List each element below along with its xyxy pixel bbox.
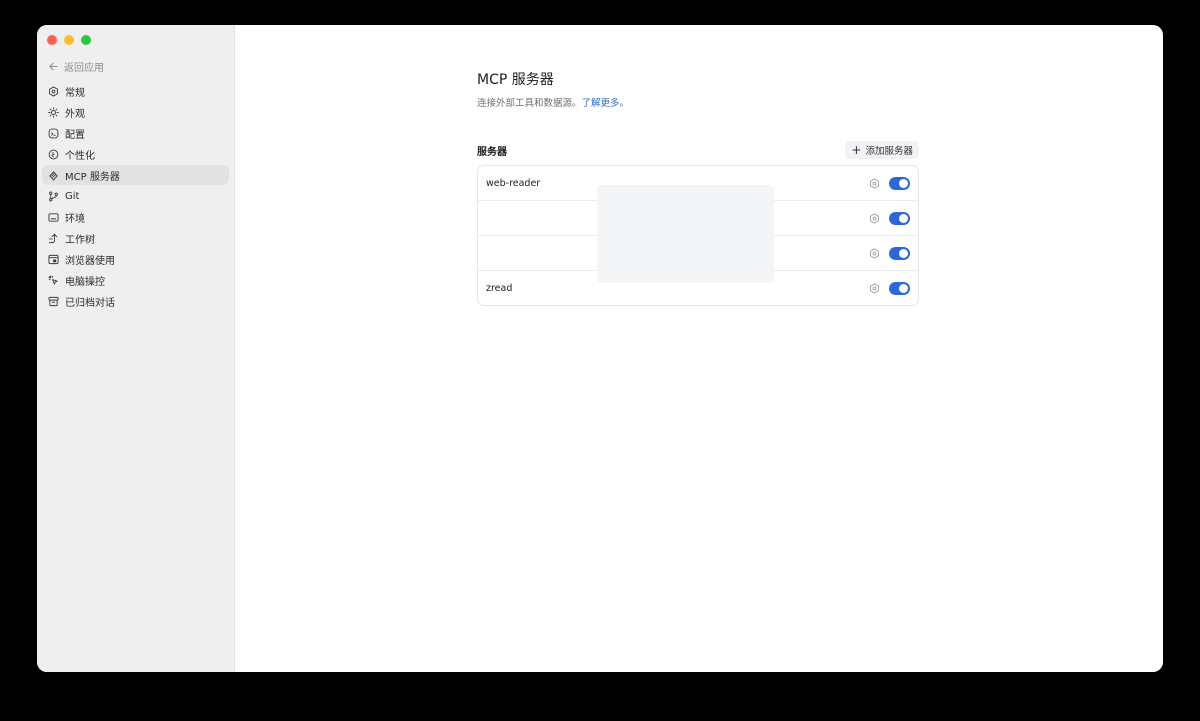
sidebar-item-label: 工作树 [65, 234, 95, 246]
sidebar-item-label: 电脑操控 [65, 276, 105, 288]
settings-gear-icon[interactable] [869, 212, 880, 224]
subtitle-end: 。 [619, 98, 630, 109]
page-title: MCP 服务器 [477, 72, 554, 88]
sidebar-item-general[interactable]: 常规 [42, 81, 229, 101]
sidebar-item-computer-use[interactable]: 电脑操控 [42, 270, 229, 290]
mcp-icon [49, 170, 58, 181]
cursor-icon [48, 274, 58, 284]
minimize-window-button[interactable] [64, 35, 74, 45]
server-enabled-toggle[interactable] [889, 246, 910, 260]
arrow-left-icon [49, 62, 58, 71]
main-panel: MCP 服务器 连接外部工具和数据源。了解更多。 服务器 + 添加服务器 web… [235, 25, 1163, 672]
add-server-button[interactable]: + 添加服务器 [845, 141, 919, 159]
settings-gear-icon[interactable] [869, 177, 880, 189]
sidebar-item-archived-chats[interactable]: 已归档对话 [42, 291, 229, 311]
personalize-icon [48, 149, 59, 159]
terminal-icon [48, 212, 59, 222]
back-to-app-link[interactable]: 返回应用 [48, 59, 104, 74]
sidebar-item-worktree[interactable]: 工作树 [42, 228, 229, 248]
back-label: 返回应用 [64, 63, 104, 74]
server-enabled-toggle[interactable] [889, 176, 910, 190]
sidebar-item-git[interactable]: Git [42, 186, 229, 206]
server-enabled-toggle[interactable] [889, 281, 910, 295]
sun-icon [48, 106, 59, 118]
learn-more-link[interactable]: 了解更多 [582, 98, 620, 109]
window-controls [47, 35, 91, 45]
maximize-window-button[interactable] [81, 35, 91, 45]
git-branch-icon [49, 191, 58, 201]
subtitle-text: 连接外部工具和数据源。 [477, 98, 582, 109]
server-name: zread [486, 282, 513, 294]
sidebar-item-mcp-servers[interactable]: MCP 服务器 [42, 165, 229, 185]
page-subtitle: 连接外部工具和数据源。了解更多。 [477, 95, 919, 109]
sidebar-item-label: 个性化 [65, 150, 95, 162]
close-window-button[interactable] [47, 35, 57, 45]
archive-icon [48, 296, 59, 306]
sidebar-item-browser-use[interactable]: 浏览器使用 [42, 249, 229, 269]
settings-nav: 常规 外观 配置 个性化 MCP 服务器 Git 环境 工作树 浏览器使用 电脑… [42, 81, 229, 312]
sidebar-item-environment[interactable]: 环境 [42, 207, 229, 227]
redaction-overlay [597, 185, 774, 283]
toggle-knob [899, 213, 908, 223]
servers-section-header: 服务器 + 添加服务器 [477, 141, 919, 159]
gear-icon [49, 85, 58, 97]
sidebar-item-personalization[interactable]: 个性化 [42, 144, 229, 164]
toggle-knob [899, 178, 908, 188]
worktree-icon [48, 233, 58, 243]
browser-icon [48, 254, 59, 264]
sidebar-item-appearance[interactable]: 外观 [42, 102, 229, 122]
sidebar-item-config[interactable]: 配置 [42, 123, 229, 143]
server-enabled-toggle[interactable] [889, 211, 910, 225]
sidebar: 返回应用 常规 外观 配置 个性化 MCP 服务器 Git 环境 工作树 浏览器… [37, 25, 235, 672]
section-title: 服务器 [477, 146, 507, 158]
sidebar-item-label: 已归档对话 [65, 297, 115, 309]
settings-gear-icon[interactable] [869, 247, 880, 259]
plus-icon: + [851, 143, 862, 157]
sidebar-item-label: Git [65, 190, 80, 202]
settings-gear-icon[interactable] [869, 282, 880, 294]
sidebar-item-label: 外观 [65, 108, 85, 120]
sidebar-item-label: 配置 [65, 129, 85, 141]
toggle-knob [899, 283, 908, 293]
config-icon [48, 128, 59, 138]
toggle-knob [899, 248, 908, 258]
sidebar-item-label: 环境 [65, 213, 85, 225]
sidebar-item-label: 常规 [65, 87, 85, 99]
add-server-label: 添加服务器 [865, 146, 913, 157]
sidebar-item-label: 浏览器使用 [65, 255, 115, 267]
app-window: 返回应用 常规 外观 配置 个性化 MCP 服务器 Git 环境 工作树 浏览器… [37, 25, 1163, 672]
sidebar-item-label: MCP 服务器 [65, 171, 120, 183]
